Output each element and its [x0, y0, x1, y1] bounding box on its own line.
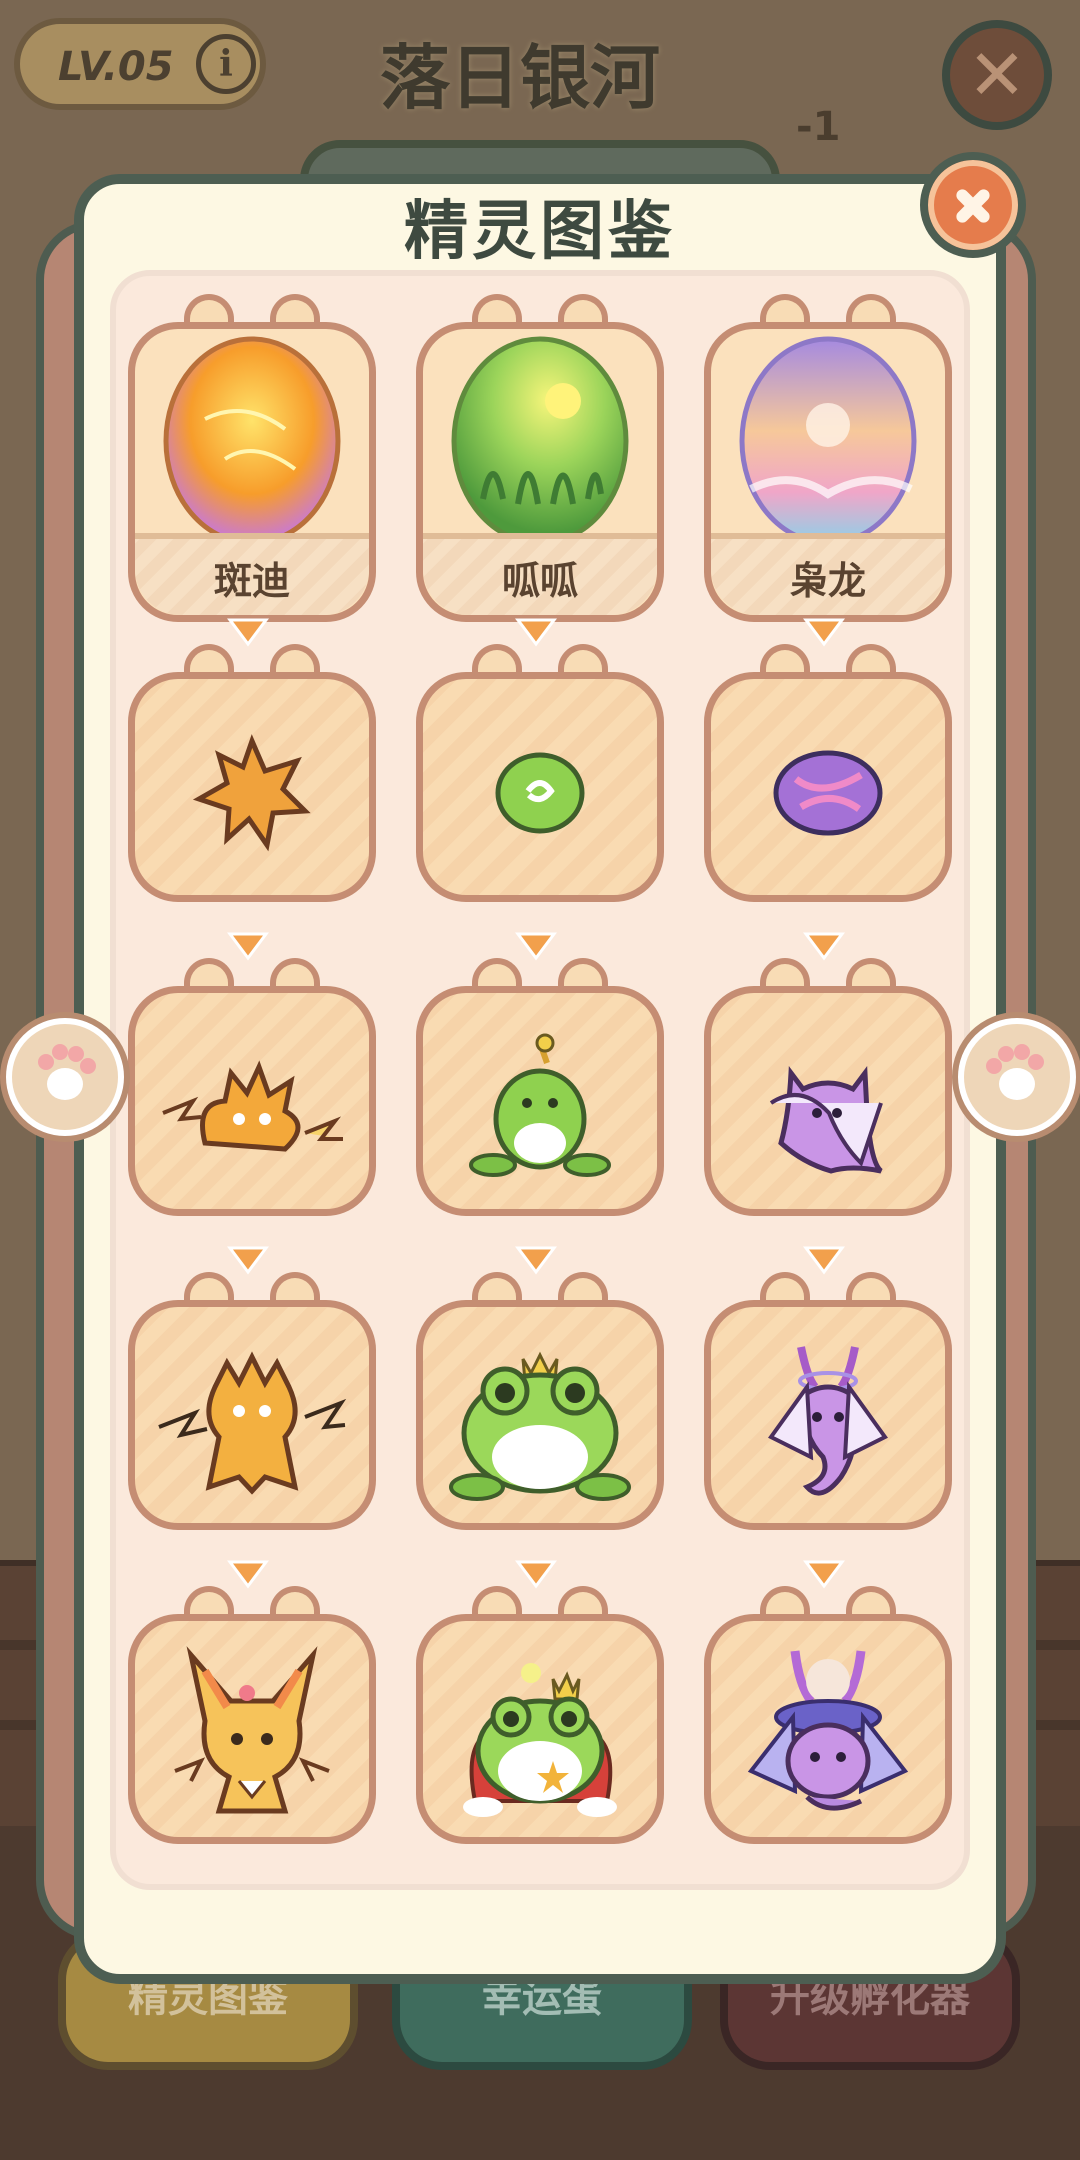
- egg-slot-xiaolong[interactable]: 枭龙: [704, 294, 952, 622]
- creature-card: [128, 986, 376, 1216]
- egg-name: 呱呱: [501, 559, 578, 603]
- grass-egg-icon: [451, 336, 629, 546]
- purple-seed-icon: [773, 750, 883, 836]
- creature-card: [128, 672, 376, 902]
- creature-card: [704, 1300, 952, 1530]
- creature-card: [416, 1300, 664, 1530]
- thunder-fox-icon: [158, 1351, 347, 1495]
- next-page-paw-button[interactable]: [958, 1018, 1076, 1136]
- creature-slot[interactable]: [416, 644, 664, 902]
- creature-card: [704, 986, 952, 1216]
- flame-cub-icon: [162, 1060, 343, 1152]
- level-label: LV.05: [58, 44, 174, 90]
- previous-page-paw-button[interactable]: [6, 1018, 124, 1136]
- paw-icon: [986, 1044, 1044, 1100]
- arrow-down-icon: [515, 1246, 557, 1275]
- spiky-seed-icon: [192, 734, 311, 852]
- arrow-down-icon: [515, 618, 557, 647]
- egg-name: 枭龙: [789, 559, 866, 603]
- modal-title: 精灵图鉴: [404, 195, 676, 269]
- close-icon[interactable]: [920, 152, 1026, 258]
- creature-card: [704, 1614, 952, 1844]
- horned-spirit-icon: [768, 1346, 888, 1496]
- arrow-down-icon: [227, 932, 269, 961]
- green-seed-icon: [495, 752, 585, 834]
- egg-card: 枭龙: [704, 322, 952, 622]
- galaxy-egg-icon: [739, 336, 917, 546]
- counter-label: -1: [796, 104, 841, 150]
- creature-slot[interactable]: [128, 644, 376, 902]
- egg-card: 斑迪: [128, 322, 376, 622]
- creature-slot[interactable]: [704, 958, 952, 1216]
- creature-card: [128, 1614, 376, 1844]
- creature-card: [704, 672, 952, 902]
- galaxy-dragon-icon: [747, 1650, 909, 1811]
- arrow-down-icon: [227, 1246, 269, 1275]
- golden-lynx-icon: [174, 1646, 330, 1814]
- creature-slot[interactable]: [704, 1586, 952, 1844]
- fire-egg-icon: [163, 336, 341, 546]
- creature-slot[interactable]: [704, 644, 952, 902]
- arrow-down-icon: [803, 1246, 845, 1275]
- info-icon[interactable]: i: [196, 34, 256, 94]
- arrow-down-icon: [515, 1560, 557, 1589]
- creature-slot[interactable]: [704, 1272, 952, 1530]
- paw-icon: [38, 1044, 96, 1100]
- arrow-down-icon: [803, 618, 845, 647]
- creature-slot[interactable]: [128, 958, 376, 1216]
- creature-slot[interactable]: [416, 1272, 664, 1530]
- egg-slot-bandi[interactable]: 斑迪: [128, 294, 376, 622]
- level-badge[interactable]: LV.05 i: [14, 18, 266, 110]
- arrow-down-icon: [227, 1560, 269, 1589]
- creature-card: [416, 1614, 664, 1844]
- creature-slot[interactable]: [128, 1272, 376, 1530]
- stage-title: 落日银河: [380, 37, 660, 119]
- creature-card: [416, 986, 664, 1216]
- king-frog-icon: [463, 1663, 617, 1817]
- crown-frog-icon: [449, 1351, 631, 1501]
- arrow-down-icon: [227, 618, 269, 647]
- arrow-down-icon: [803, 932, 845, 961]
- creature-card: [128, 1300, 376, 1530]
- arrow-down-icon: [803, 1560, 845, 1589]
- arrow-down-icon: [515, 932, 557, 961]
- creature-slot[interactable]: [128, 1586, 376, 1844]
- egg-name: 斑迪: [213, 559, 290, 603]
- creature-slot[interactable]: [416, 1586, 664, 1844]
- creature-card: [416, 672, 664, 902]
- creature-slot[interactable]: [416, 958, 664, 1216]
- egg-slot-guagua[interactable]: 呱呱: [416, 294, 664, 622]
- egg-card: 呱呱: [416, 322, 664, 622]
- background-close-icon[interactable]: ✕: [942, 20, 1052, 130]
- sprout-frog-icon: [469, 1033, 611, 1177]
- ghost-imp-icon: [769, 1065, 883, 1174]
